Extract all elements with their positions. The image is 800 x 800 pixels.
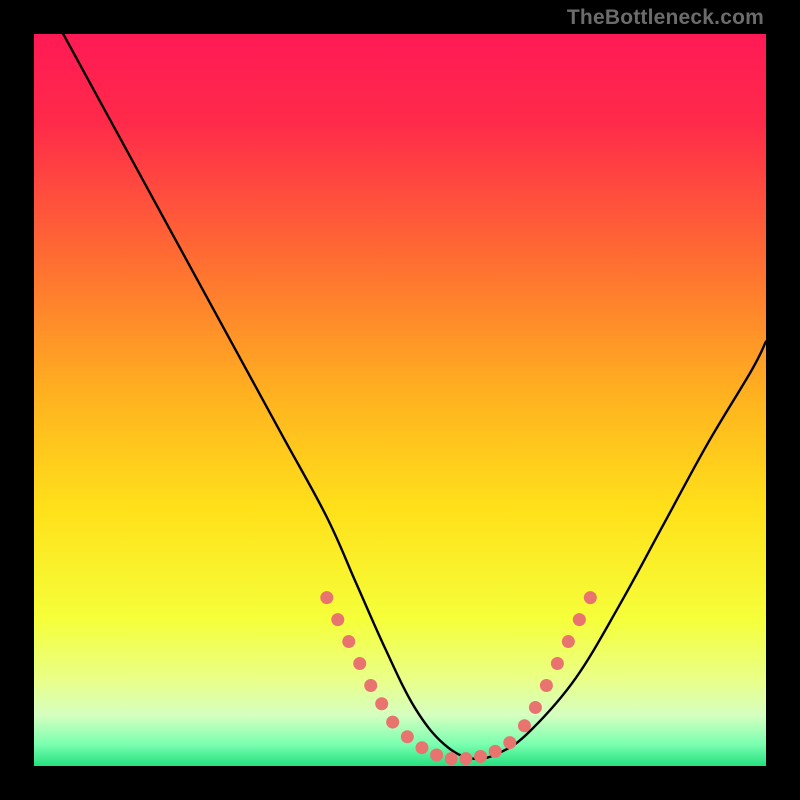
watermark-text: TheBottleneck.com [567, 6, 764, 30]
marker-dot [353, 657, 366, 670]
chart-frame: TheBottleneck.com [0, 0, 800, 800]
plot-area [34, 34, 766, 766]
marker-dot [551, 657, 564, 670]
marker-dot [503, 736, 516, 749]
marker-dot [529, 701, 542, 714]
marker-dot [415, 741, 428, 754]
marker-dot [331, 613, 344, 626]
marker-dot [342, 635, 355, 648]
highlight-dots [320, 591, 597, 765]
marker-dot [364, 679, 377, 692]
marker-dot [562, 635, 575, 648]
marker-dot [320, 591, 333, 604]
marker-dot [573, 613, 586, 626]
marker-dot [518, 719, 531, 732]
marker-dot [386, 716, 399, 729]
marker-dot [375, 697, 388, 710]
marker-dot [459, 752, 472, 765]
marker-dot [430, 749, 443, 762]
marker-dot [584, 591, 597, 604]
marker-dot [540, 679, 553, 692]
bottleneck-curve [63, 34, 766, 759]
curve-layer [34, 34, 766, 766]
marker-dot [474, 750, 487, 763]
marker-dot [401, 730, 414, 743]
marker-dot [489, 745, 502, 758]
marker-dot [445, 752, 458, 765]
